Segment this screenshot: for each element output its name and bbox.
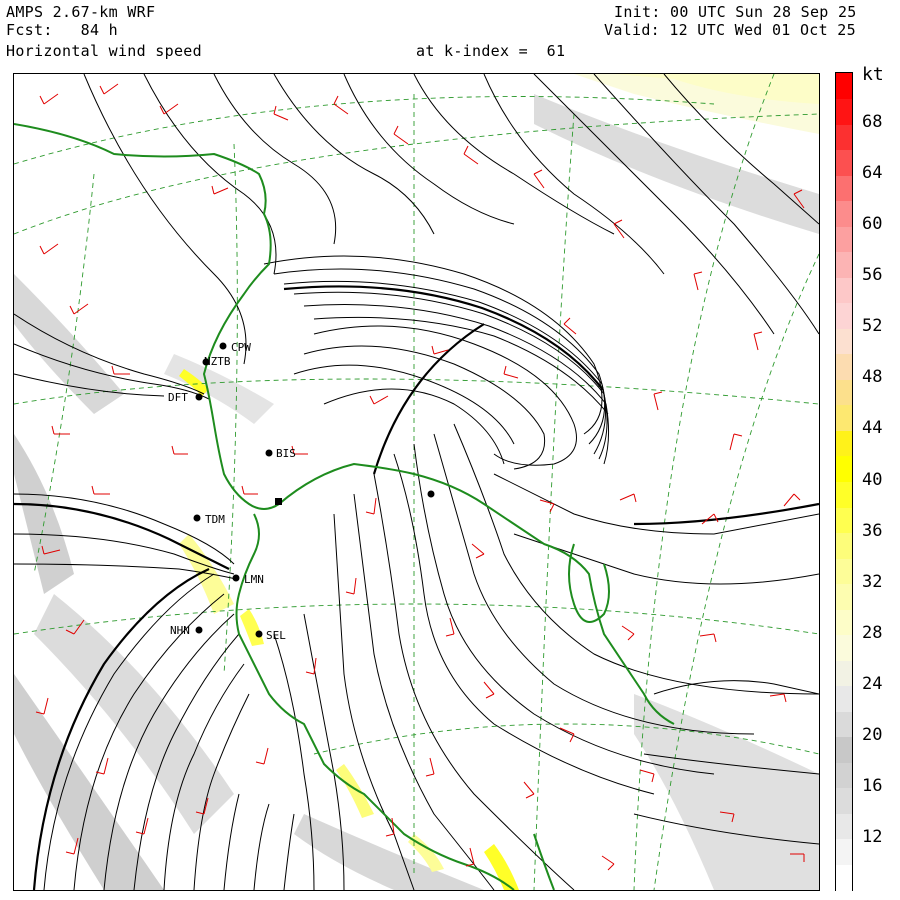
colorbar-bin	[836, 455, 852, 482]
colorbar-bin	[836, 660, 852, 687]
colorbar-bin	[836, 838, 852, 865]
colorbar-tick-label: 52	[862, 316, 883, 337]
colorbar-bin	[836, 507, 852, 534]
colorbar-bin	[836, 73, 852, 100]
station-dot-nhn	[195, 626, 203, 634]
colorbar-bin	[836, 226, 852, 253]
colorbar-tick-label: 44	[862, 418, 883, 439]
colorbar-bin	[836, 302, 852, 329]
colorbar-tick-label: 40	[862, 469, 883, 490]
colorbar-bin	[836, 175, 852, 202]
wind-speed-shading	[14, 74, 819, 890]
colorbar-tick-label: 48	[862, 367, 883, 388]
colorbar-bin	[836, 353, 852, 380]
colorbar-bin	[836, 404, 852, 431]
colorbar-bin	[836, 762, 852, 789]
colorbar-tick-label: 68	[862, 112, 883, 133]
station-dot-bis	[265, 449, 273, 457]
colorbar-bin	[836, 813, 852, 840]
colorbar-bin	[836, 328, 852, 355]
colorbar-tick-label: 64	[862, 163, 883, 184]
colorbar-bin	[836, 98, 852, 125]
station-dot-lmn	[232, 574, 240, 582]
colorbar-bin	[836, 149, 852, 176]
colorbar-bin	[836, 864, 852, 891]
colorbar-bin	[836, 277, 852, 304]
colorbar-bin	[836, 583, 852, 610]
station-dot-cpw	[219, 342, 227, 350]
wind-speed-colorbar	[835, 72, 853, 891]
station-dot-unnamed	[275, 498, 282, 505]
colorbar-bin	[836, 481, 852, 508]
forecast-hour: Fcst: 84 h	[6, 21, 118, 39]
map-canvas: CPW NZTB DFT BIS TDM LMN NHN SEL	[14, 74, 819, 890]
station-label-tdm: TDM	[205, 513, 225, 526]
station-label-nhn: NHN	[170, 624, 190, 637]
station-label-bis: BIS	[276, 447, 296, 460]
station-dot-dft	[195, 393, 203, 401]
station-label-sel: SEL	[266, 629, 286, 642]
model-title: AMPS 2.67-km WRF	[6, 3, 156, 21]
station-label-dft: DFT	[168, 391, 188, 404]
colorbar-tick-label: 56	[862, 265, 883, 286]
station-dot-sel	[255, 630, 263, 638]
colorbar-tick-label: 32	[862, 571, 883, 592]
colorbar-bin	[836, 430, 852, 457]
field-name: Horizontal wind speed	[6, 42, 202, 60]
colorbar-bin	[836, 532, 852, 559]
colorbar-tick-label: 12	[862, 826, 883, 847]
colorbar-tick-label: 36	[862, 520, 883, 541]
station-dot-east	[427, 490, 435, 498]
valid-time: Valid: 12 UTC Wed 01 Oct 25	[604, 21, 856, 39]
colorbar-bin	[836, 634, 852, 661]
station-label-nztb: NZTB	[204, 355, 231, 368]
level-index: at k-index = 61	[416, 42, 566, 60]
colorbar-bin	[836, 200, 852, 227]
colorbar-unit-label: kt	[862, 64, 884, 85]
colorbar-bin	[836, 685, 852, 712]
init-time: Init: 00 UTC Sun 28 Sep 25	[614, 3, 857, 21]
station-dot-tdm	[193, 514, 201, 522]
colorbar-tick-label: 24	[862, 673, 883, 694]
station-label-lmn: LMN	[244, 573, 264, 586]
colorbar-bin	[836, 558, 852, 585]
colorbar-bin	[836, 711, 852, 738]
colorbar-tick-label: 60	[862, 214, 883, 235]
colorbar-bin	[836, 787, 852, 814]
station-label-cpw: CPW	[231, 341, 251, 354]
map-panel[interactable]: CPW NZTB DFT BIS TDM LMN NHN SEL	[13, 73, 820, 891]
colorbar-tick-label: 16	[862, 775, 883, 796]
colorbar-bin	[836, 124, 852, 151]
colorbar-tick-label: 20	[862, 724, 883, 745]
colorbar-bin	[836, 736, 852, 763]
colorbar-bin	[836, 379, 852, 406]
colorbar-bin	[836, 609, 852, 636]
colorbar-tick-label: 28	[862, 622, 883, 643]
colorbar-bin	[836, 251, 852, 278]
